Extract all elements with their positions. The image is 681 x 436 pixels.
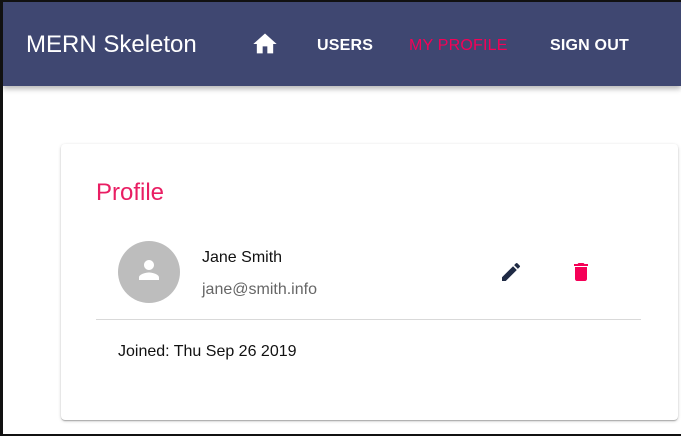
- top-app-bar: MERN Skeleton USERS MY PROFILE SIGN OUT: [3, 2, 681, 86]
- nav-my-profile[interactable]: MY PROFILE: [409, 36, 508, 56]
- user-name: Jane Smith: [202, 249, 283, 266]
- profile-card: Profile Jane Smith jane@smith.info Joine…: [61, 144, 678, 420]
- profile-divider: [96, 319, 641, 320]
- joined-date: Joined: Thu Sep 26 2019: [118, 343, 297, 360]
- nav-users[interactable]: USERS: [317, 36, 373, 56]
- avatar: [118, 241, 180, 303]
- edit-profile-button[interactable]: [493, 256, 529, 292]
- home-icon: [251, 30, 279, 63]
- edit-icon: [499, 260, 523, 289]
- person-icon: [134, 255, 164, 290]
- user-email: jane@smith.info: [202, 281, 317, 298]
- home-button[interactable]: [249, 30, 281, 62]
- app-window: MERN Skeleton USERS MY PROFILE SIGN OUT …: [0, 0, 681, 436]
- profile-title: Profile: [96, 179, 165, 206]
- app-title: MERN Skeleton: [26, 31, 197, 58]
- delete-icon: [569, 260, 593, 289]
- delete-profile-button[interactable]: [563, 256, 599, 292]
- nav-sign-out[interactable]: SIGN OUT: [550, 36, 629, 56]
